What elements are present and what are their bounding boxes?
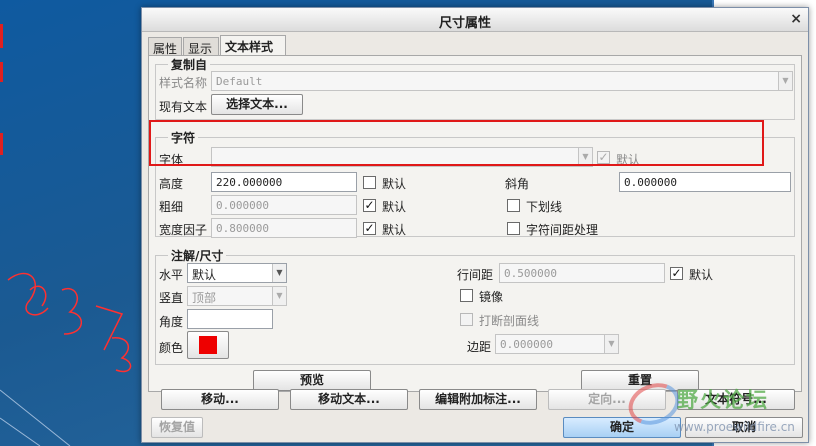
thickness-default-checkbox[interactable]: ✓ — [363, 199, 376, 212]
dialog-title: 尺寸属性 — [438, 16, 491, 31]
slant-input[interactable]: 0.000000 — [619, 172, 791, 192]
chevron-down-icon: ▼ — [272, 264, 286, 282]
margin-select[interactable]: 0.000000 ▼ — [495, 334, 619, 354]
select-text-button[interactable]: 选择文本... — [211, 94, 303, 115]
kerning-label: 字符间距处理 — [526, 223, 599, 237]
background-red-mark-3 — [0, 133, 3, 155]
thickness-input[interactable]: 0.000000 — [211, 195, 357, 215]
annotation-highlight-box — [149, 120, 764, 166]
note-dimension-legend: 注解/尺寸 — [168, 247, 227, 264]
height-default-checkbox[interactable] — [363, 176, 376, 189]
color-swatch — [199, 336, 217, 354]
chevron-down-icon: ▼ — [778, 72, 792, 90]
thickness-default-label: 默认 — [382, 200, 407, 214]
style-name-label: 样式名称 — [159, 76, 208, 90]
close-icon[interactable]: × — [790, 11, 802, 27]
copy-from-legend: 复制自 — [168, 56, 211, 73]
background-red-mark-1 — [0, 24, 3, 48]
color-picker-button[interactable] — [187, 331, 229, 359]
mirror-checkbox[interactable] — [460, 289, 473, 302]
underline-checkbox[interactable] — [507, 199, 520, 212]
preview-button[interactable]: 预览 — [253, 370, 371, 391]
angle-label: 角度 — [159, 315, 184, 329]
height-input[interactable]: 220.000000 — [211, 172, 357, 192]
line-spacing-label: 行间距 — [457, 268, 494, 282]
vertical-label: 竖直 — [159, 291, 184, 305]
orient-button[interactable]: 定向... — [548, 389, 666, 410]
chevron-down-icon: ▼ — [272, 287, 286, 305]
edit-attachment-button[interactable]: 编辑附加标注... — [419, 389, 537, 410]
horizontal-select[interactable]: 默认 ▼ — [187, 263, 287, 283]
style-name-select[interactable]: Default ▼ — [211, 71, 793, 91]
style-name-value: Default — [216, 75, 263, 88]
line-spacing-default-label: 默认 — [689, 268, 714, 282]
text-symbol-button[interactable]: 文本符号... — [677, 389, 795, 410]
dimension-properties-dialog: 尺寸属性 × 属性 显示 文本样式 复制自 样式名称 Default ▼ 现有文… — [141, 7, 809, 443]
horizontal-label: 水平 — [159, 268, 184, 282]
title-bar[interactable]: 尺寸属性 × — [142, 8, 808, 32]
line-spacing-input[interactable]: 0.500000 — [499, 263, 665, 283]
vertical-select[interactable]: 顶部 ▼ — [187, 286, 287, 306]
ok-button[interactable]: 确定 — [563, 417, 681, 438]
tab-display[interactable]: 显示 — [183, 37, 219, 56]
width-factor-label: 宽度因子 — [159, 223, 208, 237]
width-factor-default-checkbox[interactable]: ✓ — [363, 222, 376, 235]
underline-label: 下划线 — [526, 200, 563, 214]
kerning-checkbox[interactable] — [507, 222, 520, 235]
color-label: 颜色 — [159, 341, 184, 355]
break-hatch-checkbox[interactable] — [460, 313, 473, 326]
height-label: 高度 — [159, 177, 184, 191]
thickness-label: 粗细 — [159, 200, 184, 214]
existing-text-label: 现有文本 — [159, 100, 208, 114]
tab-properties[interactable]: 属性 — [148, 37, 182, 56]
tab-text-style[interactable]: 文本样式 — [220, 35, 286, 56]
break-hatch-label: 打断剖面线 — [479, 314, 540, 328]
horizontal-value: 默认 — [192, 268, 217, 282]
move-text-button[interactable]: 移动文本... — [290, 389, 408, 410]
background-sketch-marks — [0, 272, 132, 446]
move-button[interactable]: 移动... — [161, 389, 279, 410]
mirror-label: 镜像 — [479, 290, 504, 304]
slant-label: 斜角 — [505, 177, 530, 191]
reset-button[interactable]: 重置 — [581, 370, 699, 391]
margin-label: 边距 — [467, 340, 492, 354]
width-factor-default-label: 默认 — [382, 223, 407, 237]
height-default-label: 默认 — [382, 177, 407, 191]
chevron-down-icon: ▼ — [604, 335, 618, 353]
cancel-button[interactable]: 取消 — [685, 417, 803, 438]
background-red-mark-2 — [0, 62, 3, 82]
restore-values-button[interactable]: 恢复值 — [151, 417, 203, 438]
width-factor-input[interactable]: 0.800000 — [211, 218, 357, 238]
margin-value: 0.000000 — [500, 338, 553, 351]
text-style-panel: 复制自 样式名称 Default ▼ 现有文本 选择文本... 字符 字体 ▼ … — [148, 55, 802, 392]
line-spacing-default-checkbox[interactable]: ✓ — [670, 267, 683, 280]
vertical-value: 顶部 — [192, 291, 217, 305]
angle-input[interactable] — [187, 309, 273, 329]
